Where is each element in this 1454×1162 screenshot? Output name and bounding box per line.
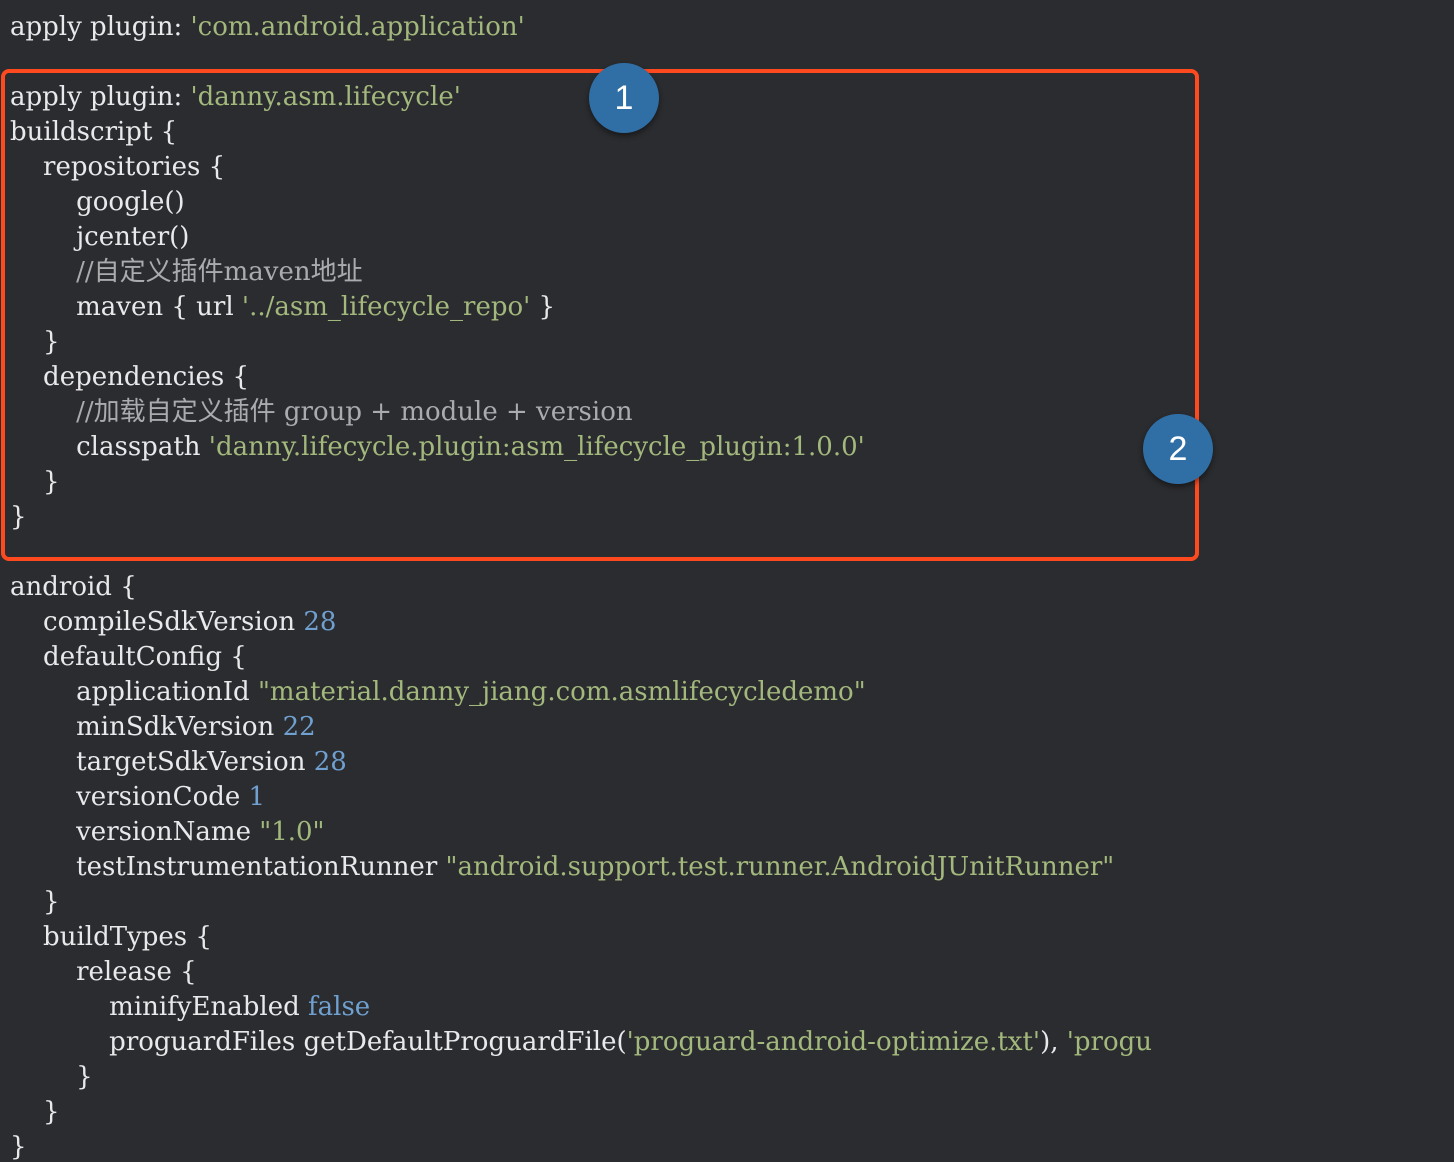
code-token-str: '../asm_lifecycle_repo' (241, 292, 531, 322)
annotation-badge-1: 1 (589, 63, 659, 133)
code-token-str: 'proguard-android-optimize.txt' (626, 1027, 1041, 1057)
code-line: minSdkVersion 22 (10, 710, 1152, 745)
code-token-plain: minSdkVersion (10, 712, 283, 742)
code-token-plain: repositories { (10, 152, 226, 182)
code-token-plain: } (530, 292, 556, 322)
code-line: //加载自定义插件 group + module + version (10, 395, 1152, 430)
code-line: } (10, 885, 1152, 920)
code-token-str: 'danny.lifecycle.plugin:asm_lifecycle_pl… (208, 432, 865, 462)
code-line: defaultConfig { (10, 640, 1152, 675)
code-line: dependencies { (10, 360, 1152, 395)
code-token-num: 22 (282, 712, 316, 742)
code-line: release { (10, 955, 1152, 990)
code-line: classpath 'danny.lifecycle.plugin:asm_li… (10, 430, 1152, 465)
code-line: versionCode 1 (10, 780, 1152, 815)
code-line: } (10, 1130, 1152, 1162)
code-token-plain: } (10, 1062, 93, 1092)
code-line: compileSdkVersion 28 (10, 605, 1152, 640)
code-token-plain: defaultConfig { (10, 642, 247, 672)
code-token-cmt: //自定义插件maven地址 (10, 257, 363, 287)
code-token-plain: android { (10, 572, 137, 602)
code-token-str: "material.danny_jiang.com.asmlifecyclede… (257, 677, 866, 707)
code-line: } (10, 465, 1152, 500)
code-token-num: 28 (313, 747, 347, 777)
code-line: maven { url '../asm_lifecycle_repo' } (10, 290, 1152, 325)
code-token-plain: } (10, 467, 60, 497)
code-line: proguardFiles getDefaultProguardFile('pr… (10, 1025, 1152, 1060)
code-token-plain: proguardFiles getDefaultProguardFile( (10, 1027, 627, 1057)
code-line: } (10, 325, 1152, 360)
code-line: google() (10, 185, 1152, 220)
code-token-cmt: //加载自定义插件 group + module + version (10, 397, 633, 427)
code-token-plain: } (10, 1097, 60, 1127)
code-line: repositories { (10, 150, 1152, 185)
code-token-str: "android.support.test.runner.AndroidJUni… (445, 852, 1115, 882)
code-token-num: 28 (303, 607, 337, 637)
code-line: buildscript { (10, 115, 1152, 150)
code-token-plain: } (10, 1132, 27, 1162)
code-token-plain: compileSdkVersion (10, 607, 304, 637)
code-line: android { (10, 570, 1152, 605)
code-token-plain: versionName (10, 817, 260, 847)
code-token-plain: maven { url (10, 292, 242, 322)
code-token-plain: versionCode (10, 782, 249, 812)
code-token-plain: apply plugin: (10, 12, 191, 42)
code-line: //自定义插件maven地址 (10, 255, 1152, 290)
code-token-plain: applicationId (10, 677, 258, 707)
code-line: apply plugin: 'com.android.application' (10, 10, 1152, 45)
code-line: targetSdkVersion 28 (10, 745, 1152, 780)
code-token-plain: } (10, 887, 60, 917)
code-token-plain: buildscript { (10, 117, 178, 147)
code-line: } (10, 1095, 1152, 1130)
code-line: versionName "1.0" (10, 815, 1152, 850)
code-token-plain: targetSdkVersion (10, 747, 314, 777)
code-editor: apply plugin: 'com.android.application' … (0, 0, 1454, 1162)
code-block: apply plugin: 'com.android.application' … (10, 10, 1152, 1162)
code-token-plain: } (10, 327, 60, 357)
code-token-plain: dependencies { (10, 362, 250, 392)
code-token-plain: apply plugin: (10, 82, 191, 112)
code-line: apply plugin: 'danny.asm.lifecycle' (10, 80, 1152, 115)
code-token-str: "1.0" (259, 817, 325, 847)
code-line: testInstrumentationRunner "android.suppo… (10, 850, 1152, 885)
code-token-plain: ), (1040, 1027, 1067, 1057)
code-line: jcenter() (10, 220, 1152, 255)
code-token-plain: jcenter() (10, 222, 190, 252)
code-token-str: 'danny.asm.lifecycle' (190, 82, 461, 112)
code-token-kw: false (308, 992, 371, 1022)
code-line: } (10, 1060, 1152, 1095)
code-token-num: 1 (248, 782, 266, 812)
code-token-str: 'com.android.application' (190, 12, 525, 42)
code-token-str: 'progu (1066, 1027, 1153, 1057)
code-token-plain: } (10, 502, 27, 532)
code-token-plain: google() (10, 187, 185, 217)
code-token-plain: minifyEnabled (10, 992, 308, 1022)
code-token-plain: buildTypes { (10, 922, 212, 952)
code-line: } (10, 500, 1152, 535)
code-token-plain: release { (10, 957, 197, 987)
code-line: minifyEnabled false (10, 990, 1152, 1025)
code-line: applicationId "material.danny_jiang.com.… (10, 675, 1152, 710)
code-token-plain: classpath (10, 432, 209, 462)
annotation-badge-2: 2 (1143, 414, 1213, 484)
code-token-plain: testInstrumentationRunner (10, 852, 446, 882)
code-line: buildTypes { (10, 920, 1152, 955)
